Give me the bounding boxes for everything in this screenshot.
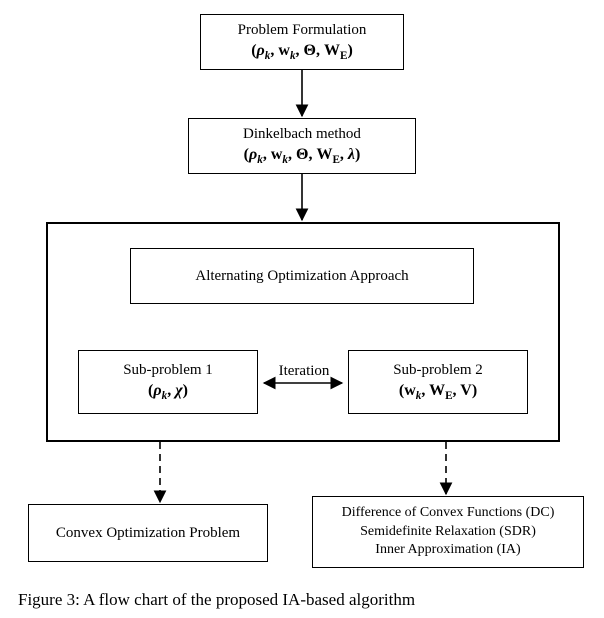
box-dinkelbach: Dinkelbach method (ρk, wk, Θ, WE, λ) [188,118,416,174]
box-ao-title: Alternating Optimization Approach [195,267,408,286]
box-problem-title: Problem Formulation [238,21,367,40]
box-methods: Difference of Convex Functions (DC) Semi… [312,496,584,568]
box-subproblem-2: Sub-problem 2 (wk, WE, V) [348,350,528,414]
box-methods-line3: Inner Approximation (IA) [375,541,520,560]
caption-prefix: Figure 3: [18,590,80,609]
box-methods-line2: Semidefinite Relaxation (SDR) [360,523,536,542]
figure-caption: Figure 3: A flow chart of the proposed I… [18,590,415,610]
box-problem-formulation: Problem Formulation (ρk, wk, Θ, WE) [200,14,404,70]
box-sub2-math: (wk, WE, V) [399,381,477,403]
box-subproblem-1: Sub-problem 1 (ρk, χ) [78,350,258,414]
box-sub1-title: Sub-problem 1 [123,361,213,380]
box-convex-problem: Convex Optimization Problem [28,504,268,562]
box-problem-math: (ρk, wk, Θ, WE) [251,41,353,63]
box-ao-approach: Alternating Optimization Approach [130,248,474,304]
caption-rest: A flow chart of the proposed IA-based al… [80,590,415,609]
box-sub2-title: Sub-problem 2 [393,361,483,380]
box-dinkelbach-title: Dinkelbach method [243,125,361,144]
box-sub1-math: (ρk, χ) [148,381,188,403]
box-dinkelbach-math: (ρk, wk, Θ, WE, λ) [244,145,361,167]
box-methods-line1: Difference of Convex Functions (DC) [342,504,555,523]
label-iteration: Iteration [275,363,333,380]
box-convex-line1: Convex Optimization Problem [56,524,240,543]
